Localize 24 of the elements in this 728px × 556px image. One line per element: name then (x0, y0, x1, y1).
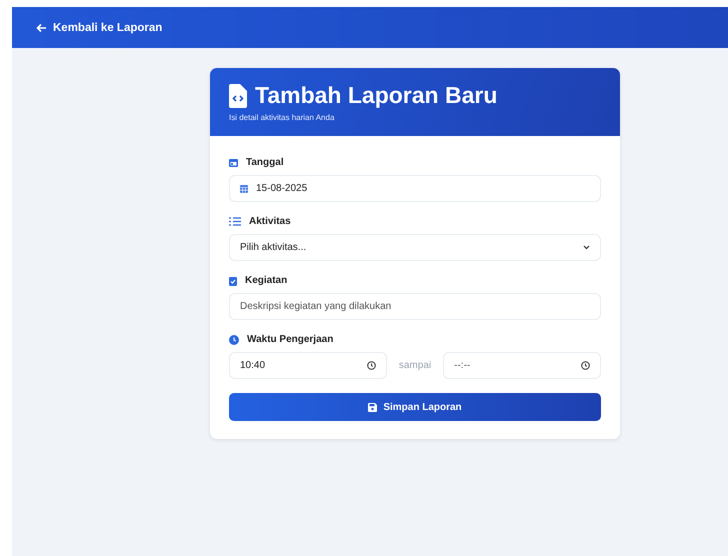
end-time-field[interactable]: --:-- (443, 352, 601, 379)
card-title: Tambah Laporan Baru (255, 82, 498, 109)
separator-text: sampai (398, 360, 432, 371)
calendar-icon (240, 184, 248, 192)
list-icon (229, 217, 241, 226)
field-label: Aktivitas (249, 216, 291, 227)
clock-icon (581, 361, 590, 370)
activity-select[interactable]: Pilih aktivitas... (229, 234, 601, 261)
clock-icon (229, 334, 239, 344)
save-report-button[interactable]: Simpan Laporan (229, 393, 601, 421)
field-label: Waktu Pengerjaan (247, 334, 334, 345)
chevron-down-icon (583, 245, 590, 250)
field-label: Tanggal (246, 157, 284, 168)
arrow-left-icon (36, 22, 47, 32)
clock-icon (366, 361, 376, 370)
description-field[interactable]: Deskripsi kegiatan yang dilakukan (229, 293, 601, 320)
field-label: Kegiatan (245, 275, 288, 286)
start-time-field[interactable]: 10:40 (229, 352, 387, 379)
calendar-icon (229, 158, 238, 167)
back-link[interactable]: Kembali ke Laporan (36, 22, 162, 34)
code-file-icon (229, 84, 247, 108)
date-field[interactable]: 15-08-2025 (229, 175, 601, 202)
card-subtitle: Isi detail aktivitas harian Anda (229, 113, 336, 122)
clipboard-check-icon (229, 276, 237, 286)
